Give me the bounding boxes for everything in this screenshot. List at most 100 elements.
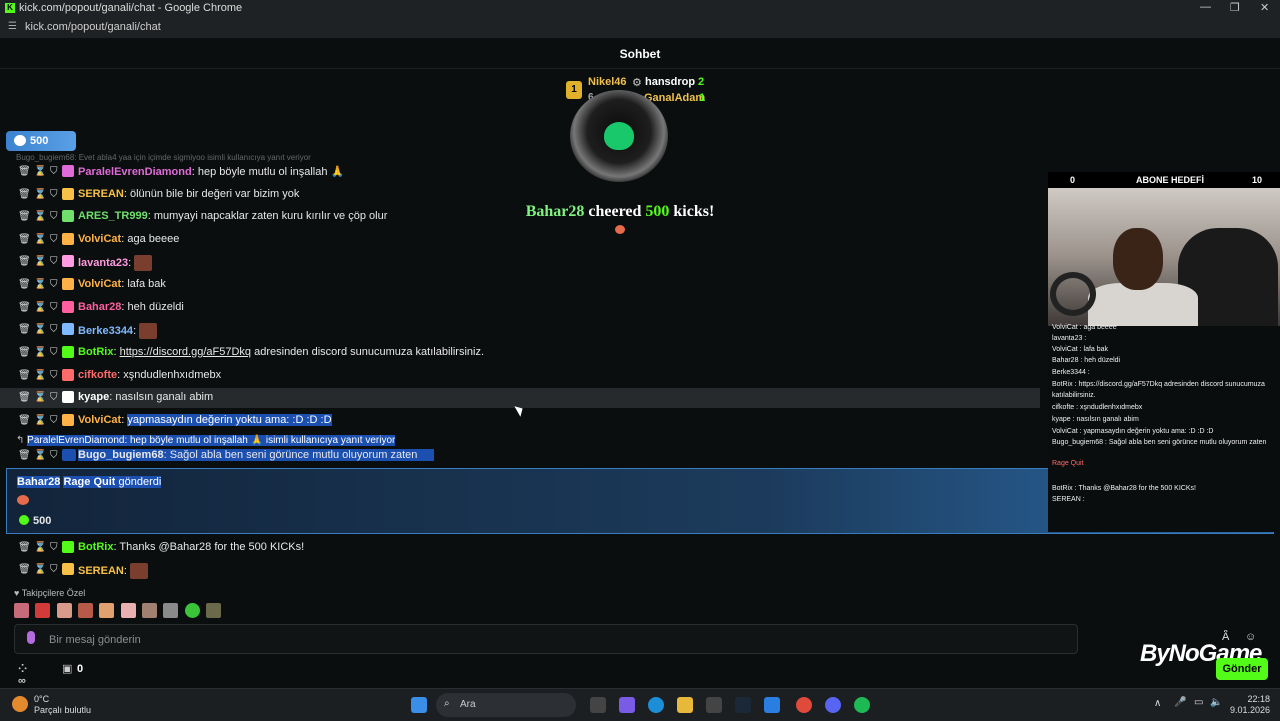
- timeout-icon[interactable]: ⌛: [34, 415, 46, 426]
- delete-icon[interactable]: 🗑: [18, 392, 31, 403]
- ban-icon[interactable]: ⛉: [50, 564, 59, 575]
- ban-icon[interactable]: ⛉: [50, 542, 59, 553]
- chat-message[interactable]: 🗑 ⌛ ⛉ VolviCat: aga beeee: [0, 230, 1040, 250]
- leader-second-name[interactable]: hansdrop: [645, 76, 695, 88]
- delete-icon[interactable]: 🗑: [18, 166, 31, 177]
- timeout-icon[interactable]: ⌛: [34, 256, 46, 267]
- delete-icon[interactable]: 🗑: [18, 189, 31, 200]
- send-button[interactable]: Gönder: [1216, 658, 1268, 680]
- close-icon[interactable]: ✕: [1260, 1, 1269, 14]
- ban-icon[interactable]: ⛉: [50, 189, 59, 200]
- username[interactable]: Berke3344: [78, 325, 133, 337]
- timeout-icon[interactable]: ⌛: [34, 347, 46, 358]
- ban-icon[interactable]: ⛉: [50, 234, 59, 245]
- chat-message[interactable]: 🗑 ⌛ ⛉ ParalelEvrenDiamond: hep böyle mutlu …: [0, 162, 1040, 182]
- ban-icon[interactable]: ⛉: [50, 450, 59, 461]
- emote-icon[interactable]: [99, 603, 115, 618]
- discord-icon[interactable]: [825, 697, 841, 713]
- start-icon[interactable]: [411, 697, 427, 713]
- username[interactable]: SEREAN: [78, 565, 124, 577]
- file-explorer-icon[interactable]: [677, 697, 693, 713]
- emote-icon[interactable]: [14, 603, 29, 618]
- store-icon[interactable]: [706, 697, 722, 713]
- emote-icon[interactable]: [78, 603, 94, 618]
- delete-icon[interactable]: 🗑: [18, 415, 31, 426]
- emote-icon[interactable]: [120, 603, 136, 618]
- username[interactable]: VolviCat: [78, 278, 121, 290]
- ban-icon[interactable]: ⛉: [50, 166, 59, 177]
- leader-first-name[interactable]: Nikel46: [588, 76, 627, 88]
- timeout-icon[interactable]: ⌛: [34, 189, 46, 200]
- delete-icon[interactable]: 🗑: [18, 542, 31, 553]
- reply-message[interactable]: 🗑 ⌛ ⛉ Bugo_bugiem68: Sağol abla ben seni…: [0, 446, 1040, 466]
- network-icon[interactable]: ▭: [1194, 697, 1203, 708]
- username[interactable]: ARES_TR999: [78, 210, 148, 222]
- microphone-icon[interactable]: [27, 631, 35, 644]
- timeout-icon[interactable]: ⌛: [34, 370, 46, 381]
- kicks-pill[interactable]: 500: [6, 131, 76, 151]
- emote-icon[interactable]: [142, 603, 158, 618]
- timeout-icon[interactable]: ⌛: [34, 564, 46, 575]
- steam-icon[interactable]: [735, 697, 751, 713]
- chat-message[interactable]: 🗑 ⌛ ⛉ SEREAN: ölünün bile bir değeri var bi…: [0, 185, 1040, 205]
- emote-icon[interactable]: [56, 603, 72, 618]
- username[interactable]: Bugo_bugiem68: [78, 449, 164, 461]
- chat-input[interactable]: [47, 631, 951, 649]
- delete-icon[interactable]: 🗑: [18, 302, 31, 313]
- timeout-icon[interactable]: ⌛: [34, 450, 46, 461]
- ban-icon[interactable]: ⛉: [50, 415, 59, 426]
- chat-message[interactable]: 🗑 ⌛ ⛉ VolviCat: lafa bak: [0, 275, 1040, 295]
- ban-icon[interactable]: ⛉: [50, 324, 59, 335]
- timeout-icon[interactable]: ⌛: [34, 279, 46, 290]
- edge-icon[interactable]: [648, 697, 664, 713]
- delete-icon[interactable]: 🗑: [18, 564, 31, 575]
- timeout-icon[interactable]: ⌛: [34, 234, 46, 245]
- username[interactable]: Bahar28: [78, 301, 121, 313]
- ban-icon[interactable]: ⛉: [50, 256, 59, 267]
- emote-icon[interactable]: [163, 603, 179, 618]
- chat-message[interactable]: 🗑 ⌛ ⛉ SEREAN:: [0, 560, 1040, 580]
- emote-icon[interactable]: [35, 603, 51, 618]
- chat-message[interactable]: 🗑 ⌛ ⛉ lavanta23:: [0, 252, 1040, 272]
- timeout-icon[interactable]: ⌛: [34, 302, 46, 313]
- emote-icon[interactable]: [206, 603, 222, 618]
- username[interactable]: VolviCat: [78, 414, 121, 426]
- ban-icon[interactable]: ⛉: [50, 347, 59, 358]
- timeout-icon[interactable]: ⌛: [34, 324, 46, 335]
- taskbar-search[interactable]: ⌕ Ara: [436, 693, 576, 717]
- restore-icon[interactable]: ❐: [1230, 1, 1240, 14]
- volume-icon[interactable]: 🔈: [1210, 697, 1222, 708]
- emote-picker-row[interactable]: [14, 603, 224, 619]
- chat-message[interactable]: 🗑 ⌛ ⛉ Bahar28: heh düzeldi: [0, 298, 1040, 318]
- gift-user[interactable]: Bahar28: [17, 476, 61, 488]
- username[interactable]: BotRix: [78, 346, 113, 358]
- delete-icon[interactable]: 🗑: [18, 450, 31, 461]
- chat-input-box[interactable]: [14, 624, 1078, 654]
- spotify-icon[interactable]: [854, 697, 870, 713]
- address-bar[interactable]: ☰ kick.com/popout/ganali/chat: [0, 16, 1280, 38]
- weather-widget[interactable]: 0°C Parçalı bulutlu: [34, 694, 91, 716]
- ban-icon[interactable]: ⛉: [50, 370, 59, 381]
- site-info-icon[interactable]: ☰: [8, 21, 17, 32]
- username[interactable]: kyape: [78, 391, 109, 403]
- minimize-icon[interactable]: —: [1200, 1, 1211, 13]
- address-url[interactable]: kick.com/popout/ganali/chat: [25, 21, 161, 33]
- delete-icon[interactable]: 🗑: [18, 370, 31, 381]
- delete-icon[interactable]: 🗑: [18, 324, 31, 335]
- username[interactable]: SEREAN: [78, 188, 124, 200]
- delete-icon[interactable]: 🗑: [18, 234, 31, 245]
- emote-icon[interactable]: [184, 603, 200, 618]
- timeout-icon[interactable]: ⌛: [34, 166, 46, 177]
- username[interactable]: BotRix: [78, 541, 113, 553]
- chat-message[interactable]: 🗑 ⌛ ⛉ BotRix: Thanks @Bahar28 for the 500 K…: [0, 538, 1040, 558]
- copilot-icon[interactable]: [619, 697, 635, 713]
- chat-message[interactable]: 🗑 ⌛ ⛉ BotRix: https://discord.gg/aF57Dkq ad…: [0, 343, 1040, 363]
- timeout-icon[interactable]: ⌛: [34, 542, 46, 553]
- ban-icon[interactable]: ⛉: [50, 392, 59, 403]
- chat-message[interactable]: 🗑 ⌛ ⛉ cifkofte: xşndudlenhxıdmebx: [0, 366, 1040, 386]
- timeout-icon[interactable]: ⌛: [34, 211, 46, 222]
- weather-icon[interactable]: [12, 696, 28, 712]
- delete-icon[interactable]: 🗑: [18, 256, 31, 267]
- mail-icon[interactable]: [764, 697, 780, 713]
- username[interactable]: ParalelEvrenDiamond: [78, 166, 192, 178]
